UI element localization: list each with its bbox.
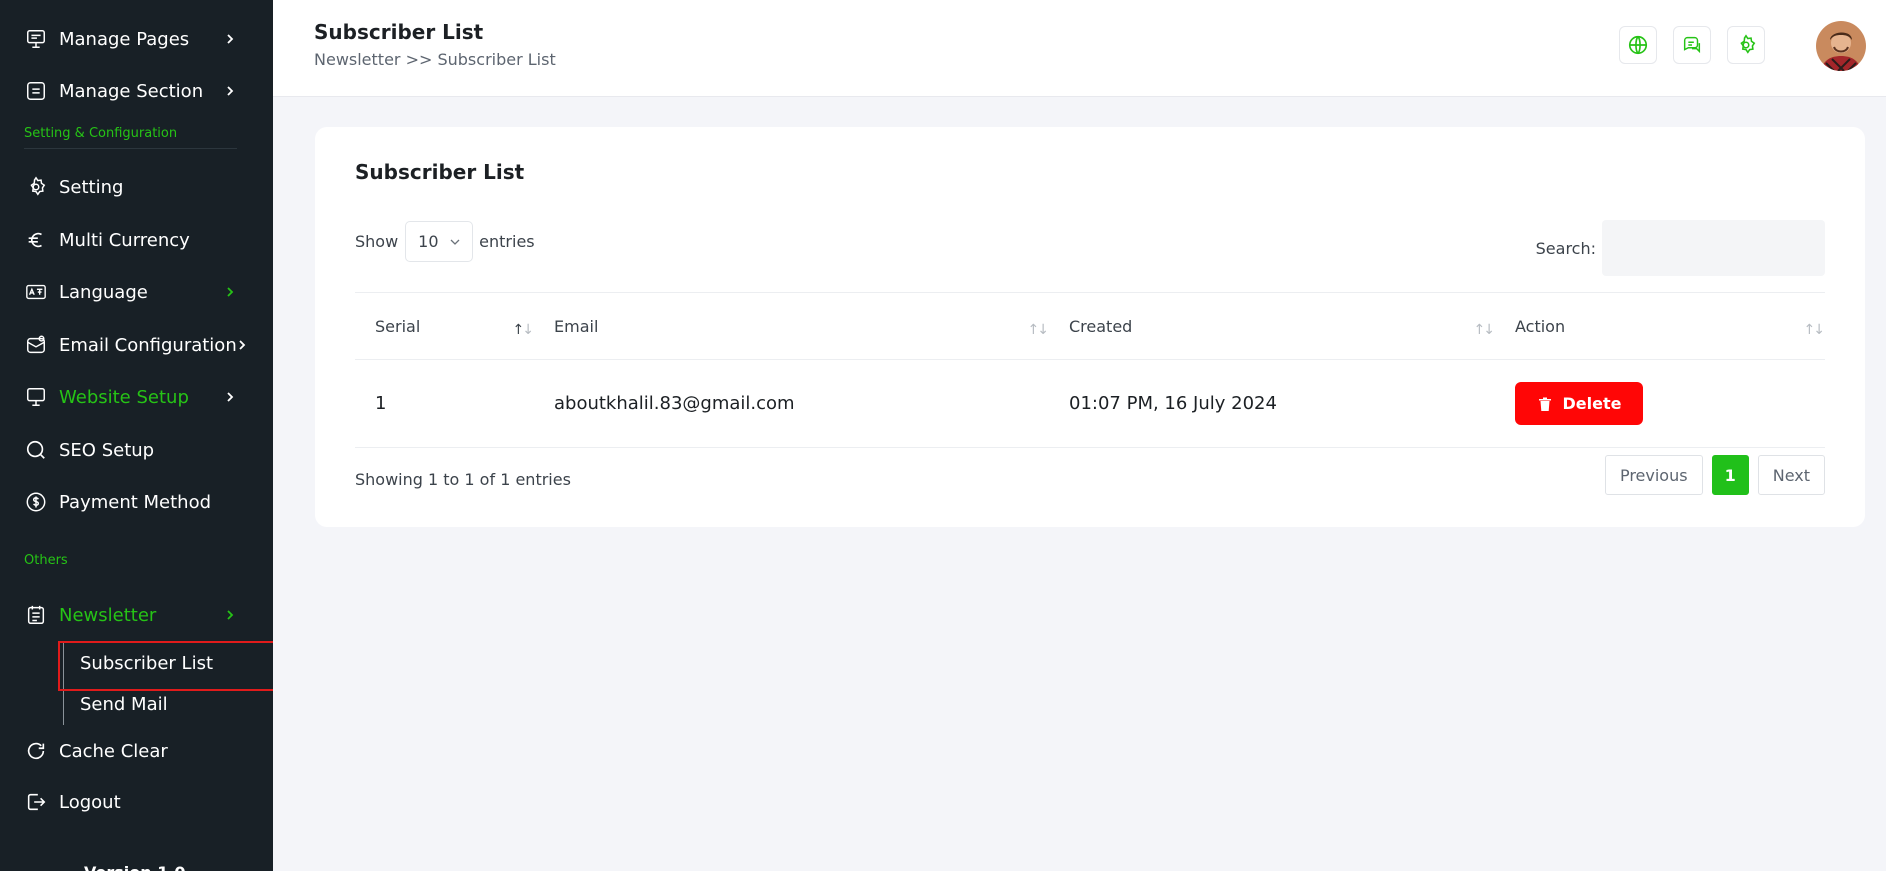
subscriber-table: Serial ↑↓ Email ↑↓ Created ↑↓ Action ↑↓ (355, 292, 1825, 448)
search-input[interactable] (1602, 220, 1825, 276)
table-row: 1 aboutkhalil.83@gmail.com 01:07 PM, 16 … (355, 359, 1825, 448)
chevron-right-icon (223, 390, 237, 404)
sidebar-item-cache-clear[interactable]: Cache Clear (24, 736, 237, 766)
sort-icon: ↑↓ (512, 322, 535, 338)
sidebar-item-seo-setup[interactable]: SEO Setup (24, 435, 237, 465)
card-title: Subscriber List (355, 160, 525, 184)
sort-icon: ↑↓ (1803, 322, 1826, 338)
gear-icon (24, 175, 48, 199)
cell-email: aboutkhalil.83@gmail.com (534, 359, 1049, 448)
sidebar-item-manage-section[interactable]: Manage Section (24, 76, 237, 106)
sidebar-item-website-setup[interactable]: Website Setup (24, 382, 237, 412)
sidebar-item-label: Payment Method (59, 491, 212, 513)
trash-icon (1538, 397, 1551, 411)
entries-select[interactable]: 10 (405, 221, 474, 262)
monitor-icon (24, 27, 48, 51)
column-header-label: Email (554, 316, 599, 336)
sidebar-item-label: Multi Currency (59, 229, 190, 251)
sidebar-item-payment-method[interactable]: Payment Method (24, 487, 237, 517)
page-title: Subscriber List (314, 20, 484, 44)
sidebar-item-label: Logout (59, 791, 121, 813)
table-header-row: Serial ↑↓ Email ↑↓ Created ↑↓ Action ↑↓ (355, 292, 1826, 360)
gear-icon (1740, 34, 1756, 54)
sidebar-item-label: SEO Setup (59, 439, 155, 461)
column-header-created[interactable]: Created ↑↓ (1049, 292, 1496, 360)
cell-created: 01:07 PM, 16 July 2024 (1049, 359, 1495, 448)
chevron-right-icon (237, 338, 247, 352)
column-header-serial[interactable]: Serial ↑↓ (355, 292, 535, 360)
sidebar-item-label: Newsletter (59, 604, 157, 626)
page-1-button[interactable]: 1 (1711, 455, 1749, 495)
sidebar-item-label: Website Setup (59, 386, 189, 408)
newsletter-icon (24, 603, 48, 627)
mail-icon (24, 333, 48, 357)
settings-button[interactable] (1727, 26, 1765, 64)
column-header-label: Serial (375, 316, 421, 336)
cell-action: Delete (1495, 359, 1825, 448)
sidebar-item-manage-pages[interactable]: Manage Pages (24, 24, 237, 54)
sidebar-item-email-configuration[interactable]: Email Configuration (24, 330, 246, 360)
cell-serial: 1 (355, 359, 534, 448)
sidebar-item-logout[interactable]: Logout (24, 787, 237, 817)
show-label: Show (355, 232, 399, 251)
sidebar-item-label: Setting (59, 176, 124, 198)
euro-icon (24, 228, 48, 252)
chevron-down-icon (450, 239, 460, 245)
delete-button-label: Delete (1562, 394, 1622, 413)
topbar: Subscriber List Newsletter >> Subscriber… (273, 0, 1886, 97)
column-header-label: Action (1515, 316, 1566, 336)
search-icon (24, 438, 48, 462)
entries-select-value: 10 (418, 232, 439, 251)
delete-button[interactable]: Delete (1515, 382, 1643, 425)
breadcrumb[interactable]: Newsletter >> Subscriber List (314, 50, 556, 69)
section-icon (24, 79, 48, 103)
column-header-label: Created (1069, 316, 1133, 336)
sort-icon: ↑↓ (1473, 322, 1496, 338)
refresh-icon (24, 739, 48, 763)
logout-icon (24, 790, 48, 814)
visit-site-button[interactable] (1619, 26, 1657, 64)
entries-label: entries (479, 232, 535, 251)
column-header-action[interactable]: Action ↑↓ (1495, 292, 1826, 360)
sidebar: Manage Pages Manage Section Setting & Co… (0, 0, 273, 871)
entries-length: Show 10 entries (355, 221, 535, 262)
avatar[interactable] (1816, 21, 1866, 71)
sidebar-item-newsletter[interactable]: Newsletter (24, 600, 237, 630)
chevron-right-icon (223, 32, 237, 46)
chevron-right-icon (223, 285, 237, 299)
column-header-email[interactable]: Email ↑↓ (534, 292, 1050, 360)
user-avatar-icon (1816, 21, 1866, 71)
monitor-icon (24, 385, 48, 409)
sidebar-item-label: Manage Pages (59, 28, 190, 50)
sidebar-item-language[interactable]: Language (24, 277, 237, 307)
previous-button[interactable]: Previous (1604, 455, 1703, 495)
sidebar-item-label: Manage Section (59, 80, 204, 102)
sidebar-item-label: Language (59, 281, 148, 303)
search-wrap: Search: (1536, 220, 1825, 276)
language-icon (24, 280, 48, 304)
chevron-right-icon (223, 608, 237, 622)
sidebar-item-multi-currency[interactable]: Multi Currency (24, 225, 237, 255)
sidebar-item-label: Email Configuration (59, 334, 237, 356)
sidebar-subitem-send-mail[interactable]: Send Mail (80, 694, 168, 715)
sidebar-item-setting[interactable]: Setting (24, 172, 237, 202)
search-label: Search: (1535, 238, 1596, 258)
section-title-setting: Setting & Configuration (24, 126, 237, 149)
globe-icon (1628, 35, 1648, 55)
chat-icon (1683, 36, 1701, 54)
messages-button[interactable] (1673, 26, 1711, 64)
section-title-others: Others (24, 553, 68, 568)
table-info: Showing 1 to 1 of 1 entries (355, 470, 571, 489)
next-button[interactable]: Next (1757, 455, 1825, 495)
sidebar-version-text: Version 1.0 (84, 863, 186, 871)
pagination: Previous 1 Next (1604, 455, 1825, 495)
dollar-circle-icon (24, 490, 48, 514)
sort-icon: ↑↓ (1027, 322, 1050, 338)
chevron-right-icon (223, 84, 237, 98)
highlight-box (58, 641, 273, 691)
subscriber-card: Subscriber List Show 10 entries Search: … (315, 127, 1865, 527)
sidebar-item-label: Cache Clear (59, 740, 168, 762)
